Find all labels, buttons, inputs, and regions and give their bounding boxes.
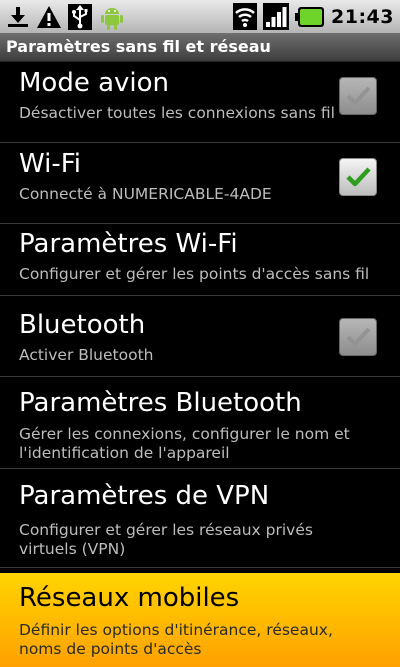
setting-summary: Gérer les connexions, configurer le nom …: [19, 425, 350, 462]
setting-title: Bluetooth: [19, 310, 146, 340]
bluetooth-checkbox[interactable]: [339, 318, 377, 356]
setting-title: Paramètres de VPN: [19, 481, 270, 511]
setting-summary: Configurer et gérer les points d'accès s…: [19, 265, 370, 283]
usb-icon: [68, 3, 92, 30]
warning-icon: [36, 5, 62, 29]
setting-summary: Activer Bluetooth: [19, 346, 154, 364]
setting-title: Paramètres Bluetooth: [19, 388, 302, 418]
wifi-signal-icon: [233, 3, 258, 30]
setting-bluetooth-settings[interactable]: Paramètres Bluetooth Gérer les connexion…: [0, 377, 400, 469]
setting-wifi[interactable]: Wi-Fi Connecté à NUMERICABLE-4ADE: [0, 143, 400, 224]
setting-summary: Connecté à NUMERICABLE-4ADE: [19, 185, 272, 203]
setting-mobile-networks[interactable]: Réseaux mobiles Définir les options d'it…: [0, 573, 400, 667]
wifi-checkbox[interactable]: [339, 158, 377, 196]
check-icon: [346, 86, 371, 106]
cell-signal-icon: [263, 3, 290, 30]
setting-vpn-settings[interactable]: Paramètres de VPN Configurer et gérer le…: [0, 469, 400, 568]
setting-wifi-settings[interactable]: Paramètres Wi-Fi Configurer et gérer les…: [0, 224, 400, 296]
setting-summary: Définir les options d'itinérance, réseau…: [19, 621, 333, 658]
clock: 21:43: [331, 5, 394, 28]
notification-icons: [6, 3, 126, 30]
android-icon: [98, 3, 126, 31]
setting-bluetooth[interactable]: Bluetooth Activer Bluetooth: [0, 296, 400, 377]
setting-summary: Désactiver toutes les connexions sans fi…: [19, 104, 335, 122]
check-icon: [346, 167, 371, 187]
battery-icon: [295, 6, 325, 28]
check-icon: [346, 327, 371, 347]
system-status-icons: 21:43: [233, 3, 394, 30]
download-icon: [6, 5, 30, 29]
setting-summary: Configurer et gérer les réseaux privés v…: [19, 521, 313, 558]
page-title: Paramètres sans fil et réseau: [6, 37, 271, 56]
status-bar: 21:43: [0, 0, 400, 34]
setting-airplane-mode[interactable]: Mode avion Désactiver toutes les connexi…: [0, 62, 400, 143]
setting-title: Wi-Fi: [19, 149, 82, 179]
setting-title: Réseaux mobiles: [19, 583, 240, 613]
screen-title-bar: Paramètres sans fil et réseau: [0, 34, 400, 62]
setting-title: Paramètres Wi-Fi: [19, 229, 238, 259]
setting-title: Mode avion: [19, 68, 170, 98]
airplane-mode-checkbox[interactable]: [339, 77, 377, 115]
